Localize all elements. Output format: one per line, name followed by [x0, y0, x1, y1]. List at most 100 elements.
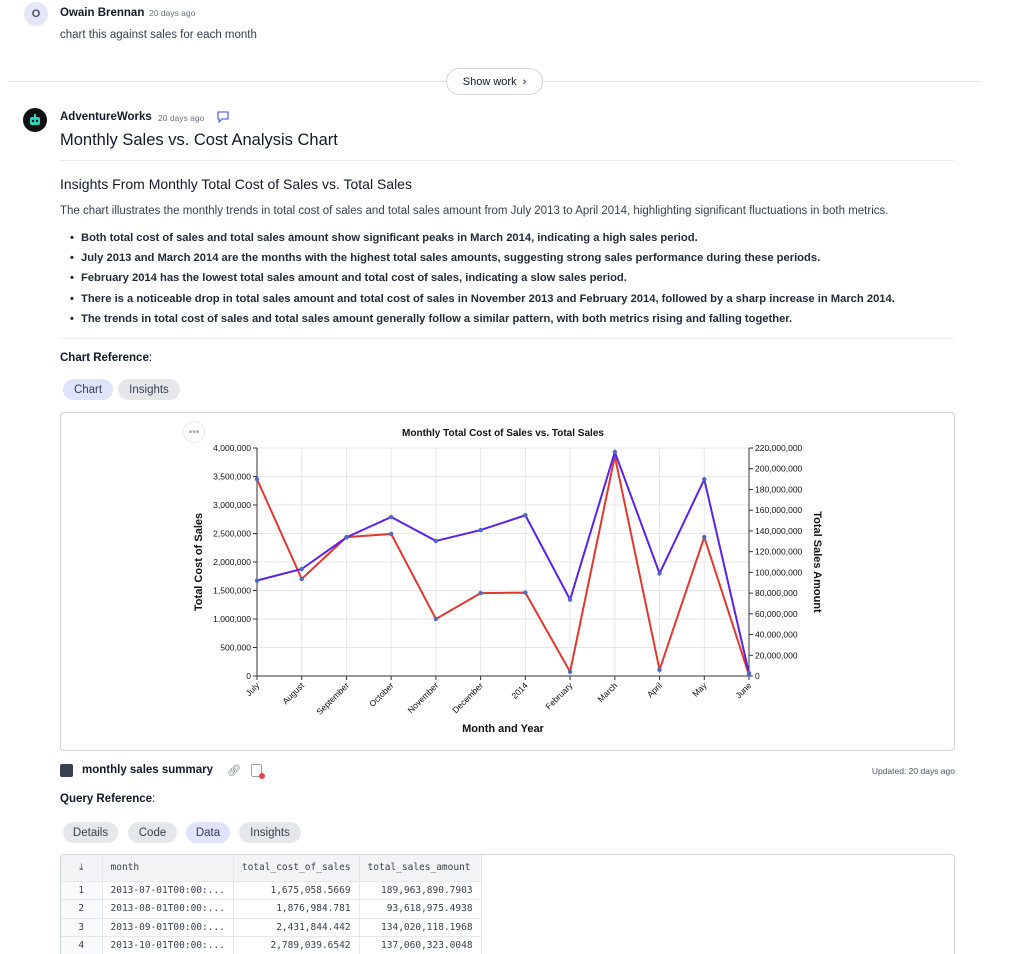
y-tick-label: 500,000: [220, 643, 251, 653]
divider: [60, 160, 954, 161]
data-point: [344, 535, 349, 540]
list-item: February 2014 has the lowest total sales…: [70, 271, 895, 291]
y-tick-label: 3,500,000: [213, 472, 251, 482]
chart-title: Monthly Total Cost of Sales vs. Total Sa…: [402, 428, 604, 439]
query-name[interactable]: monthly sales summary: [82, 764, 213, 776]
y-tick-label: 1,500,000: [213, 586, 251, 596]
chevron-right-icon: ›: [522, 75, 527, 88]
table-row: 4 2013-10-01T00:00:... 2,789,039.6542 13…: [61, 936, 482, 954]
data-point: [567, 669, 573, 675]
bot-timestamp: 20 days ago: [158, 113, 205, 123]
bar-chart-icon: [60, 764, 73, 777]
user-message: O Owain Brennan 20 days ago chart this a…: [24, 2, 984, 62]
data-point: [523, 590, 528, 595]
cell-sales: 134,020,118.1968: [359, 918, 482, 937]
x-tick-label: June: [733, 680, 753, 700]
table-row: 2 2013-08-01T00:00:... 1,876,984.781 93,…: [61, 899, 482, 919]
series-line: [256, 448, 750, 674]
x-tick-label: October: [367, 680, 396, 709]
robot-icon: [30, 114, 40, 125]
cell-month: 2013-08-01T00:00:...: [102, 899, 234, 919]
avatar: O: [24, 2, 48, 26]
row-index: 3: [61, 918, 103, 937]
comment-icon[interactable]: [216, 110, 230, 124]
cell-sales: 137,060,323.0048: [359, 936, 482, 954]
query-summary: monthly sales summary 🔗︎ Updated: 20 day…: [60, 762, 955, 780]
tab-insights-query[interactable]: Insights: [239, 822, 301, 843]
x-tick-label: April: [645, 680, 664, 699]
column-header-month[interactable]: month: [102, 855, 234, 882]
column-header-sales[interactable]: total_sales_amount: [359, 855, 482, 882]
download-icon[interactable]: ⤓: [61, 855, 103, 882]
cell-cost: 2,789,039.6542: [233, 936, 360, 954]
cell-cost: 1,876,984.781: [233, 899, 360, 919]
table-row: 3 2013-09-01T00:00:... 2,431,844.442 134…: [61, 918, 482, 937]
data-point: [254, 476, 260, 482]
data-point: [433, 616, 439, 622]
chart-reference-label: Chart Reference:: [60, 352, 153, 364]
y2-tick-label: 100,000,000: [755, 567, 803, 577]
query-reference-label: Query Reference:: [60, 793, 156, 805]
table-row: 1 2013-07-01T00:00:... 1,675,058.5669 18…: [61, 881, 482, 900]
tab-chart[interactable]: Chart: [63, 379, 113, 400]
y2-tick-label: 0: [755, 671, 760, 681]
list-item: The trends in total cost of sales and to…: [70, 312, 895, 332]
data-point: [612, 449, 618, 455]
column-header-cost[interactable]: total_cost_of_sales: [233, 855, 360, 882]
y2-tick-label: 60,000,000: [755, 609, 798, 619]
data-point: [657, 571, 662, 576]
y2-tick-label: 40,000,000: [755, 630, 798, 640]
cell-sales: 93,618,975.4938: [359, 899, 482, 919]
y2-tick-label: 20,000,000: [755, 650, 798, 660]
x-tick-label: September: [314, 680, 351, 717]
tab-data[interactable]: Data: [186, 822, 230, 843]
data-point: [254, 578, 260, 583]
cell-cost: 2,431,844.442: [233, 918, 360, 937]
bot-name: AdventureWorks: [60, 111, 152, 123]
data-point: [299, 566, 304, 572]
x-tick-label: December: [450, 680, 485, 715]
cell-sales: 189,963,890.7903: [359, 881, 482, 900]
y2-axis-label: Total Sales Amount: [811, 511, 823, 613]
y2-tick-label: 120,000,000: [755, 547, 803, 557]
y2-tick-label: 200,000,000: [755, 464, 803, 474]
y-axis-label: Total Cost of Sales: [193, 513, 205, 611]
show-work-label: Show work: [462, 75, 517, 88]
data-point: [299, 576, 304, 582]
chart-container: ••• 0 500,000 1,000,000 1,500,000 2,000,000 2…: [60, 412, 955, 751]
y-tick-label: 1,000,000: [213, 614, 251, 624]
user-name: Owain Brennan: [60, 7, 145, 19]
y-tick-label: 4,000,000: [213, 443, 251, 453]
user-message-text: chart this against sales for each month: [60, 29, 257, 41]
insights-intro: The chart illustrates the monthly trends…: [60, 205, 889, 217]
list-item: Both total cost of sales and total sales…: [70, 231, 895, 251]
updated-timestamp: Updated: 20 days ago: [871, 766, 955, 776]
show-work-button[interactable]: Show work ›: [446, 68, 543, 95]
y2-tick-label: 80,000,000: [755, 588, 798, 598]
cell-month: 2013-10-01T00:00:...: [102, 936, 234, 954]
insights-list: Both total cost of sales and total sales…: [70, 231, 895, 332]
y-tick-label: 3,000,000: [213, 500, 251, 510]
series-line: [256, 456, 750, 676]
tab-insights[interactable]: Insights: [118, 379, 180, 400]
document-alert-icon[interactable]: [251, 764, 265, 779]
cell-cost: 1,675,058.5669: [233, 881, 360, 900]
divider: [60, 338, 954, 339]
data-point: [746, 670, 752, 676]
y2-tick-label: 140,000,000: [755, 526, 803, 536]
link-icon[interactable]: 🔗︎: [227, 764, 241, 777]
line-chart: 0 500,000 1,000,000 1,500,000 2,000,000 2,500…: [193, 428, 823, 735]
row-index: 4: [61, 936, 103, 954]
x-axis-label: Month and Year: [462, 723, 544, 735]
data-point: [478, 590, 483, 596]
y2-tick-label: 160,000,000: [755, 505, 803, 515]
x-tick-label: February: [543, 680, 575, 712]
row-index: 2: [61, 899, 103, 919]
tab-details[interactable]: Details: [63, 822, 118, 843]
tab-code[interactable]: Code: [128, 822, 177, 843]
x-tick-label: May: [690, 680, 709, 699]
response-title: Monthly Sales vs. Cost Analysis Chart: [60, 131, 338, 149]
x-tick-label: August: [280, 680, 306, 706]
data-point: [702, 477, 707, 482]
data-point: [657, 667, 662, 672]
